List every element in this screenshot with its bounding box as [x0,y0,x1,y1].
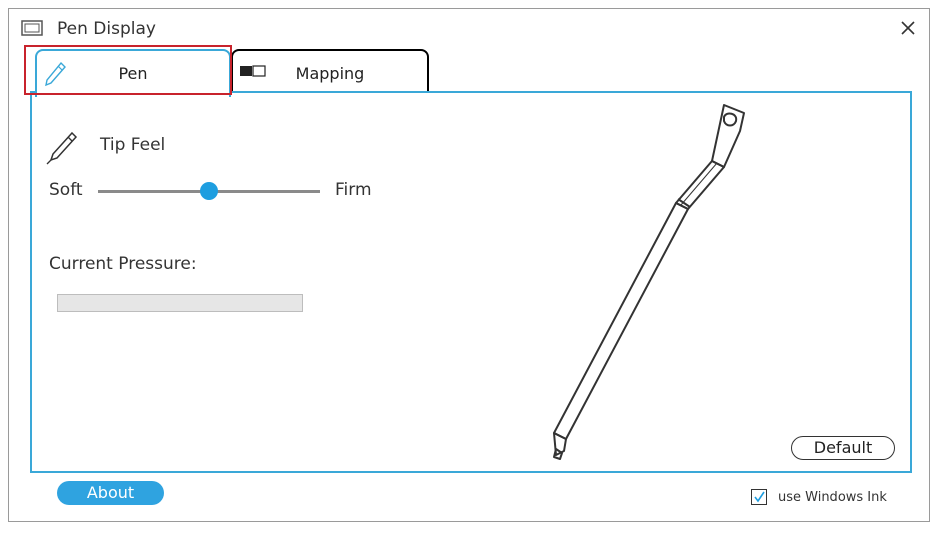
firm-label: Firm [335,180,372,200]
pen-settings-panel: Tip Feel Soft Firm Current Pressure: Def… [30,91,912,473]
default-button[interactable]: Default [791,436,895,460]
window-title: Pen Display [57,19,156,39]
pen-tip-icon [46,131,78,165]
tab-mapping-label: Mapping [295,64,365,83]
monitor-icon [21,20,43,36]
current-pressure-label: Current Pressure: [49,254,197,274]
soft-label: Soft [49,180,83,200]
windows-ink-label: use Windows Ink [778,490,887,505]
title-bar: Pen Display [9,9,929,45]
about-button[interactable]: About [57,481,164,505]
checkmark-icon [754,491,765,503]
stylus-illustration [512,103,752,463]
tab-mapping[interactable]: Mapping [231,49,429,93]
close-icon [901,21,915,35]
tip-feel-label: Tip Feel [100,135,166,155]
pen-display-window: Pen Display Mapping Pen Tip Feel Soft Fi… [8,8,930,522]
tab-pen[interactable]: Pen [35,49,231,97]
tip-feel-slider-thumb[interactable] [200,182,218,200]
pressure-bar [57,294,303,312]
tab-pen-label: Pen [118,64,148,83]
windows-ink-checkbox[interactable] [751,489,767,505]
close-button[interactable] [897,17,919,39]
